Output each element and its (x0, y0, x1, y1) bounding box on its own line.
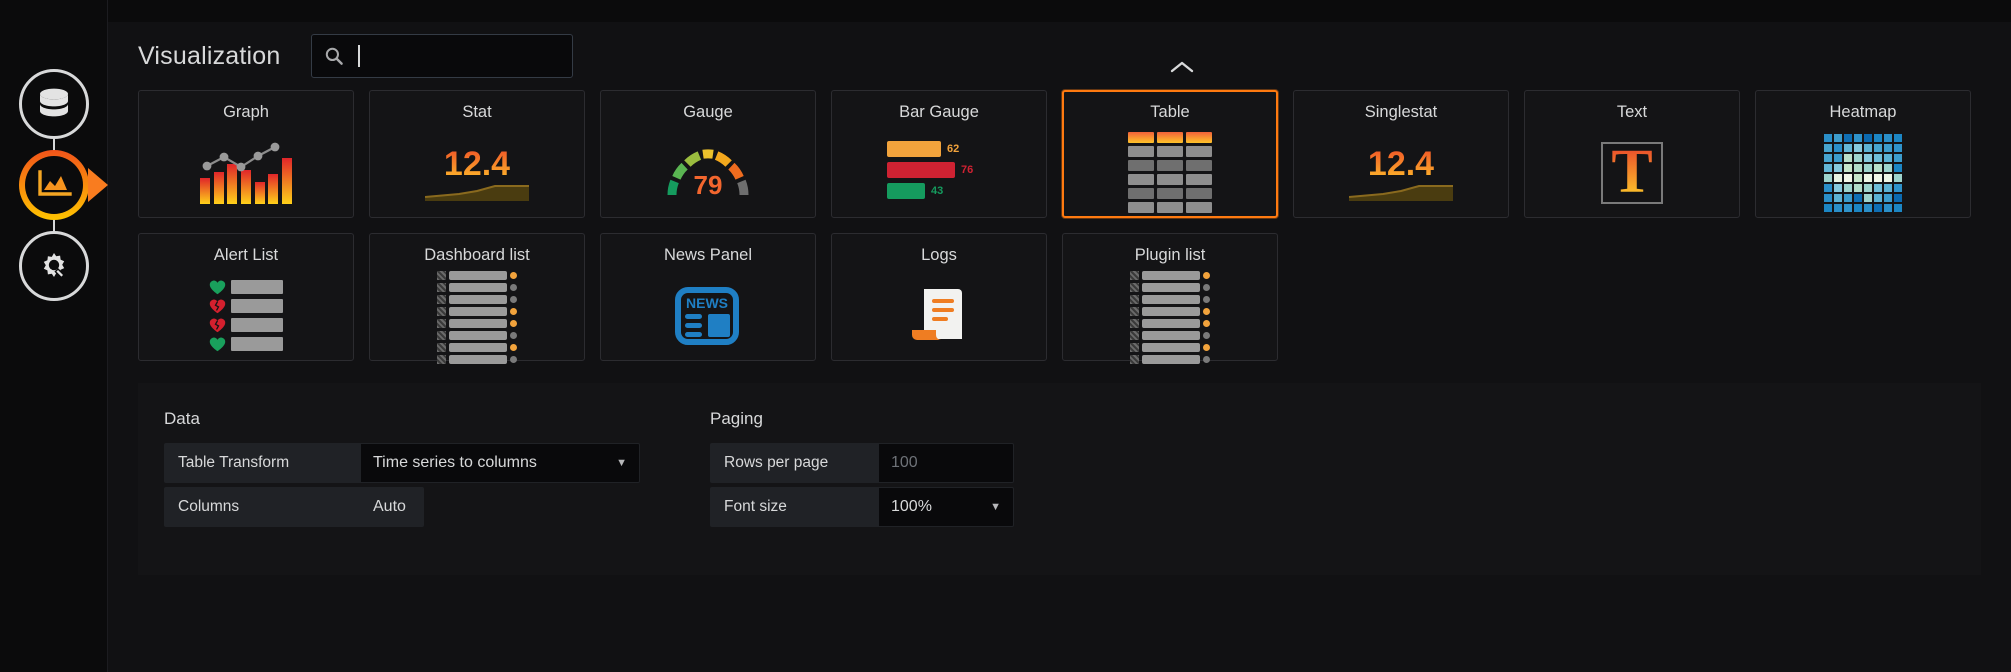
dashboard-list-icon (437, 271, 517, 364)
viz-card-text[interactable]: Text T (1524, 90, 1740, 218)
viz-card-label: Bar Gauge (899, 103, 979, 121)
sidebar-item-visualization[interactable] (19, 150, 108, 220)
option-label: Rows per page (710, 443, 878, 483)
gear-wrench-icon (43, 253, 65, 279)
text-cursor (357, 45, 360, 67)
bar-gauge-value: 43 (931, 185, 944, 197)
viz-card-label: Stat (462, 103, 492, 121)
viz-card-label: Alert List (213, 246, 279, 264)
app-root: Visualization Graph Stat 12.4 Gauge 79 B… (0, 0, 2011, 672)
page-title: Visualization (138, 41, 281, 70)
options-group-title: Data (164, 409, 200, 428)
viz-card-singlestat[interactable]: Singlestat 12.4 (1293, 90, 1509, 218)
option-font-size: Font size 100% ▼ (710, 487, 1014, 527)
viz-card-label: Text (1616, 103, 1648, 121)
table-icon (1128, 131, 1212, 213)
edit-steps-rail (0, 0, 108, 672)
viz-card-logs[interactable]: Logs (831, 233, 1047, 361)
option-label: Font size (710, 487, 878, 527)
heart-ok-icon (209, 337, 226, 351)
options-group-title: Paging (710, 409, 763, 428)
database-icon (40, 88, 68, 117)
viz-card-dashboard-list[interactable]: Dashboard list (369, 233, 585, 364)
option-value: 100% (891, 498, 932, 515)
alert-list-icon (209, 280, 283, 352)
news-icon: NEWS (675, 286, 739, 345)
viz-card-graph[interactable]: Graph (138, 90, 354, 218)
font-size-select[interactable]: 100% ▼ (878, 487, 1014, 527)
viz-card-label: News Panel (663, 246, 753, 264)
text-icon-glyph: T (1611, 138, 1653, 207)
heart-broken-icon (209, 299, 226, 313)
collapse-button[interactable] (1165, 52, 1199, 82)
heatmap-icon (1824, 133, 1902, 212)
svg-text:NEWS: NEWS (686, 295, 728, 311)
chevron-up-icon (1170, 61, 1194, 73)
option-table-transform: Table Transform Time series to columns ▼ (164, 443, 640, 483)
singlestat-icon: 12.4 (1349, 145, 1453, 201)
option-label: Columns (164, 487, 360, 527)
option-label: Table Transform (164, 443, 360, 483)
stat-icon: 12.4 (425, 145, 529, 201)
viz-card-stat[interactable]: Stat 12.4 (369, 90, 585, 218)
viz-card-bar-gauge[interactable]: Bar Gauge 62 76 43 (831, 90, 1047, 218)
viz-card-label: Heatmap (1829, 103, 1897, 121)
gauge-icon: 79 (666, 145, 750, 201)
picker-header: Visualization (108, 22, 2011, 90)
chevron-down-icon: ▼ (990, 501, 1001, 513)
viz-card-label: Plugin list (1134, 246, 1206, 264)
gauge-icon-value: 79 (693, 169, 723, 200)
sidebar-item-datasource[interactable] (19, 69, 89, 139)
panel-options: Data Table Transform Time series to colu… (138, 383, 1981, 575)
viz-card-label: Dashboard list (424, 246, 530, 264)
viz-card-label: Logs (921, 246, 957, 264)
viz-card-label: Table (1150, 103, 1190, 121)
bar-gauge-icon: 62 76 43 (887, 141, 991, 204)
options-group-data: Data Table Transform Time series to colu… (164, 409, 640, 575)
search-icon (325, 47, 343, 65)
bar-gauge-value: 76 (961, 164, 974, 176)
table-transform-select[interactable]: Time series to columns ▼ (360, 443, 640, 483)
plugin-list-icon (1130, 271, 1210, 364)
viz-card-table[interactable]: Table (1062, 90, 1278, 218)
area-chart-icon (38, 170, 72, 196)
logs-icon (912, 288, 962, 340)
text-icon: T (1601, 138, 1663, 207)
chevron-down-icon: ▼ (616, 457, 627, 469)
viz-card-label: Gauge (683, 103, 733, 121)
heart-ok-icon (209, 280, 226, 294)
viz-card-label: Graph (223, 103, 269, 121)
bar-gauge-value: 62 (947, 143, 960, 155)
columns-auto-button[interactable]: Auto (360, 487, 424, 527)
option-columns: Columns Auto (164, 487, 640, 527)
viz-card-news-panel[interactable]: News Panel NEWS (600, 233, 816, 361)
visualization-picker-panel: Visualization Graph Stat 12.4 Gauge 79 B… (108, 22, 2011, 672)
rows-per-page-input[interactable]: 100 (878, 443, 1014, 483)
option-value: 100 (891, 454, 918, 471)
option-value: Time series to columns (373, 454, 537, 471)
visualization-type-grid: Graph Stat 12.4 Gauge 79 Bar Gauge 62 76… (108, 90, 2011, 364)
sidebar-item-settings[interactable] (19, 231, 89, 301)
viz-card-alert-list[interactable]: Alert List (138, 233, 354, 361)
heart-broken-icon (209, 318, 226, 332)
viz-card-heatmap[interactable]: Heatmap (1755, 90, 1971, 218)
search-input[interactable] (310, 34, 573, 78)
viz-card-label: Singlestat (1364, 103, 1438, 121)
option-value: Auto (373, 498, 406, 515)
viz-card-plugin-list[interactable]: Plugin list (1062, 233, 1278, 364)
option-rows-per-page: Rows per page 100 (710, 443, 1014, 483)
graph-icon (200, 142, 292, 204)
options-group-paging: Paging Rows per page 100 Font size 100% … (710, 409, 1014, 575)
viz-card-gauge[interactable]: Gauge 79 (600, 90, 816, 218)
